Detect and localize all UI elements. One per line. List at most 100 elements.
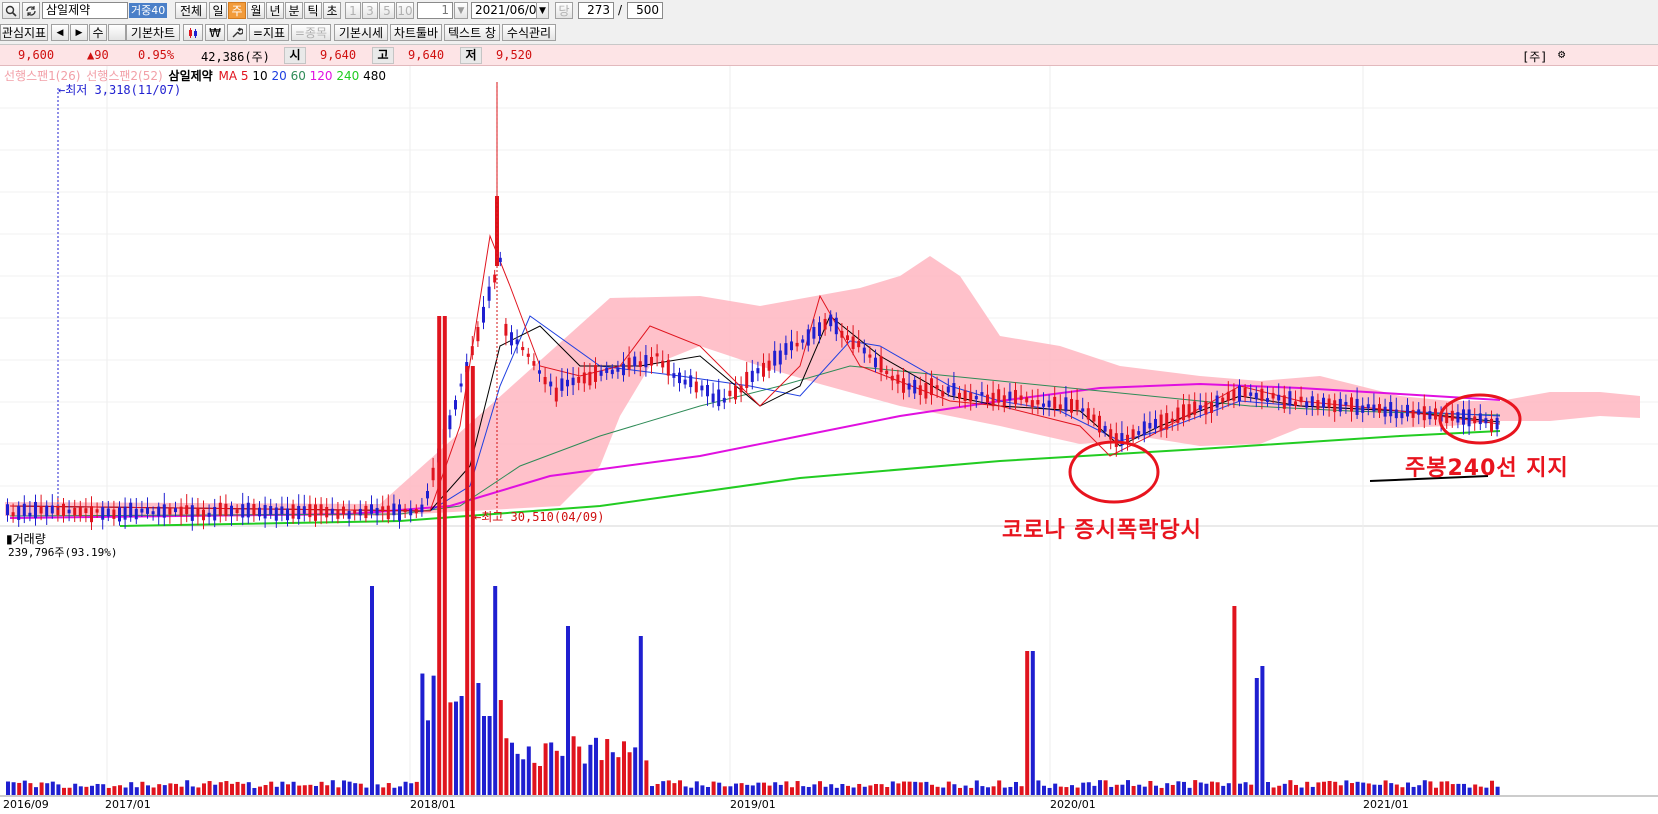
volume-bar: [784, 781, 789, 795]
candle-body: [711, 393, 715, 403]
candle-body: [196, 507, 200, 517]
volume-bar: [1165, 783, 1170, 795]
candle-body: [739, 385, 743, 393]
candle-body: [879, 356, 883, 373]
basic-quote-button[interactable]: 기본시세: [334, 24, 388, 41]
volume-bar: [84, 786, 89, 795]
candle-body: [678, 372, 681, 384]
candle-body: [963, 390, 967, 401]
candle-body: [45, 505, 49, 517]
formula-mgmt-button[interactable]: 수식관리: [502, 24, 556, 41]
watch-indicator-button[interactable]: 관심지표: [0, 24, 48, 41]
interval-dropdown[interactable]: ▼: [454, 2, 468, 19]
volume-bar: [431, 675, 436, 795]
candle-body: [392, 503, 396, 516]
manual-button[interactable]: 수: [89, 24, 107, 41]
volume-bar: [1019, 786, 1024, 795]
chart-area[interactable]: 선행스팬1(26) 선행스팬2(52) 삼일제약 MA 5 10 20 60 1…: [0, 66, 1658, 814]
stock-name-field[interactable]: 삼일제약: [42, 2, 128, 19]
volume-bar: [112, 786, 117, 795]
manual-alt-button[interactable]: [108, 24, 126, 41]
settings-icon[interactable]: ⚙: [1558, 47, 1565, 61]
interval-field[interactable]: 1: [417, 2, 453, 19]
candle-body: [1305, 401, 1309, 408]
candle-body: [168, 507, 172, 515]
text-window-button[interactable]: 텍스트 창: [444, 24, 500, 41]
count-prefix-button[interactable]: 당: [555, 2, 573, 19]
candle-body: [661, 360, 665, 368]
tools-button[interactable]: [227, 24, 247, 41]
candle-body: [1081, 408, 1085, 412]
currency-button[interactable]: ₩: [205, 24, 225, 41]
period-year-button[interactable]: 년: [266, 2, 284, 19]
candle-body: [1422, 406, 1426, 421]
volume-bar: [1131, 785, 1136, 795]
candle-body: [896, 374, 900, 384]
item-button[interactable]: =종목: [291, 24, 331, 41]
candle-body: [179, 506, 183, 516]
search-button[interactable]: [2, 2, 20, 19]
interval-10-button[interactable]: 10: [396, 2, 414, 19]
volume-bar: [526, 746, 531, 795]
volume-bar: [1271, 787, 1276, 795]
candle-body: [1288, 391, 1292, 406]
candle-settings-button[interactable]: [183, 24, 203, 41]
period-second-button[interactable]: 초: [323, 2, 341, 19]
candle-body: [1064, 397, 1068, 412]
candle-body: [258, 507, 261, 517]
toolbar-top: 삼일제약 거중40 전체 일 주 월 년 분 틱 초 1 3 5 10 1 ▼ …: [0, 0, 1658, 23]
price-chart-svg[interactable]: [0, 66, 1658, 814]
candle-body: [1411, 409, 1415, 418]
candle-body: [1075, 399, 1079, 410]
candle-body: [722, 397, 726, 403]
period-week-button[interactable]: 주: [228, 2, 246, 19]
date-dropdown[interactable]: ▼: [536, 2, 549, 19]
interval-5-button[interactable]: 5: [379, 2, 395, 19]
refresh-icon: [26, 6, 36, 16]
volume-bar: [1176, 781, 1181, 795]
interval-1-button[interactable]: 1: [345, 2, 361, 19]
period-day-button[interactable]: 일: [209, 2, 227, 19]
refresh-button[interactable]: [22, 2, 40, 19]
volume-bar: [1445, 781, 1450, 795]
candle-body: [319, 504, 323, 516]
candle-body: [510, 332, 513, 346]
candle-body: [358, 508, 362, 516]
indicator-button[interactable]: =지표: [249, 24, 289, 41]
volume-bar: [1198, 782, 1203, 795]
volume-bar: [739, 783, 744, 795]
candle-body: [84, 508, 88, 514]
candle-body: [700, 385, 704, 391]
candle-body: [728, 390, 732, 397]
candle-body: [280, 506, 284, 515]
volume-bar: [1288, 780, 1293, 795]
count-field[interactable]: 273: [578, 2, 614, 19]
candle-body: [78, 506, 82, 517]
candle-body: [773, 350, 777, 366]
interval-3-button[interactable]: 3: [362, 2, 378, 19]
period-month-button[interactable]: 월: [247, 2, 265, 19]
volume-bar: [358, 783, 363, 795]
volume-bar: [134, 787, 139, 795]
candle-body: [1434, 408, 1437, 420]
volume-bar: [274, 786, 279, 795]
candle-body: [554, 387, 558, 402]
volume-bar: [655, 783, 660, 795]
period-tick-button[interactable]: 틱: [304, 2, 322, 19]
volume-bar: [599, 760, 604, 795]
volume-bar: [1159, 787, 1164, 795]
prev-button[interactable]: ◀: [51, 24, 69, 41]
chart-toolbar-button[interactable]: 차트툴바: [390, 24, 442, 41]
period-all-button[interactable]: 전체: [175, 2, 207, 19]
volume-bar: [297, 785, 302, 795]
basic-chart-button[interactable]: 기본차트: [126, 24, 180, 41]
next-button[interactable]: ▶: [70, 24, 88, 41]
candle-body: [112, 509, 116, 519]
candle-body: [330, 508, 334, 514]
count-total-field[interactable]: 500: [627, 2, 663, 19]
period-minute-button[interactable]: 분: [285, 2, 303, 19]
candle-body: [252, 504, 256, 515]
volume-bar: [106, 787, 111, 795]
volume-bar: [302, 785, 307, 795]
candle-body: [980, 392, 984, 396]
